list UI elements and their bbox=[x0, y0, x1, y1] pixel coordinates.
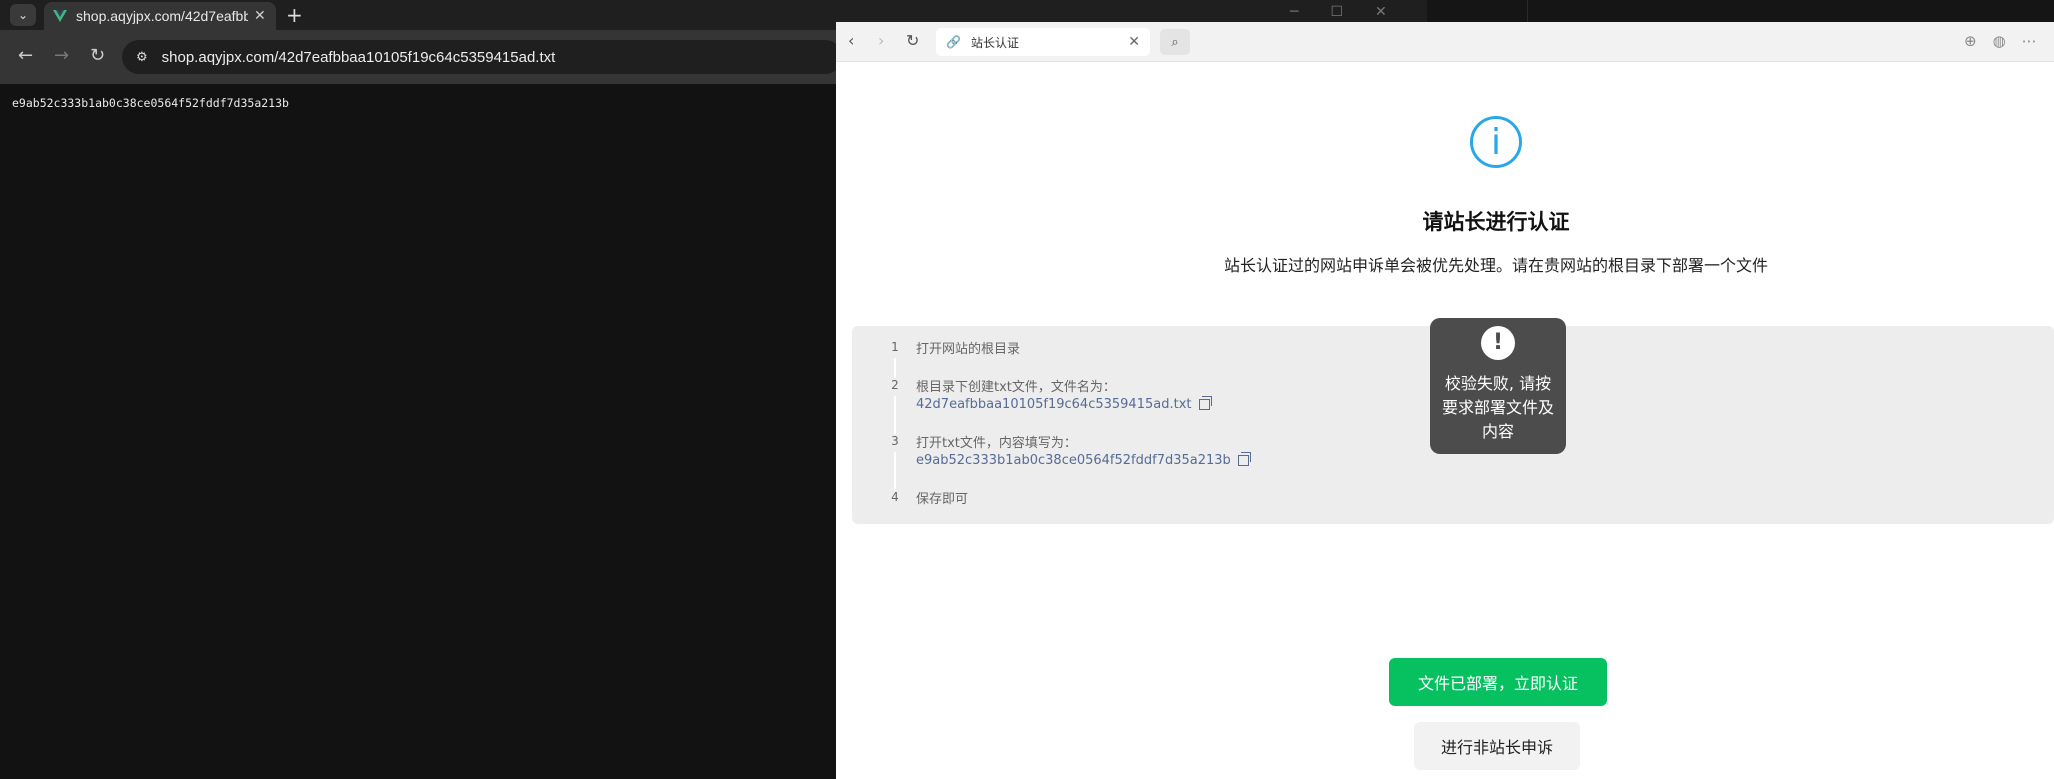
content-value[interactable]: e9ab52c333b1ab0c38ce0564f52fddf7d35a213b bbox=[916, 452, 1251, 468]
step-number: 2 bbox=[884, 378, 906, 396]
right-toolbar: ‹ › ↻ 🔗 站长认证 ✕ ⌕ ⊕ ◍ ⋯ bbox=[836, 22, 2054, 62]
step-text: 打开网站的根目录 bbox=[916, 342, 1021, 357]
verify-now-button[interactable]: 文件已部署，立即认证 bbox=[1389, 658, 1607, 706]
tab-search-icon[interactable]: ⌄ bbox=[10, 4, 36, 26]
refresh-icon[interactable]: ↻ bbox=[906, 32, 919, 50]
step-4: 4 保存即可 bbox=[884, 490, 968, 509]
link-icon: 🔗 bbox=[946, 35, 961, 49]
left-active-tab[interactable]: shop.aqyjpx.com/42d7eafbbaa10105f19c64c5… bbox=[44, 2, 276, 30]
right-browser-window: ‹ › ↻ 🔗 站长认证 ✕ ⌕ ⊕ ◍ ⋯ i 请站长进行认证 站长认证过的网… bbox=[836, 22, 2054, 779]
divider bbox=[1527, 0, 1528, 22]
filename-text: 42d7eafbbaa10105f19c64c5359415ad.txt bbox=[916, 397, 1192, 412]
right-toolbar-icons: ⊕ ◍ ⋯ bbox=[1964, 32, 2037, 50]
content-text: e9ab52c333b1ab0c38ce0564f52fddf7d35a213b bbox=[916, 453, 1231, 468]
step-text: 打开txt文件，内容填写为： bbox=[916, 436, 1077, 451]
step-text: 保存即可 bbox=[916, 492, 969, 507]
error-toast: ! 校验失败, 请按要求部署文件及内容 bbox=[1430, 318, 1566, 454]
more-options-icon[interactable]: ⋯ bbox=[2022, 32, 2037, 50]
site-settings-icon[interactable]: ⚙ bbox=[136, 50, 148, 65]
step-number: 1 bbox=[884, 340, 906, 358]
steps-timeline bbox=[894, 354, 896, 494]
maximize-icon[interactable]: ☐ bbox=[1330, 4, 1343, 20]
left-tab-title: shop.aqyjpx.com/42d7eafbbaa10105f19c64c5… bbox=[76, 8, 248, 24]
globe-icon[interactable]: ◍ bbox=[1993, 32, 2006, 50]
step-2: 2 根目录下创建txt文件，文件名为： 42d7eafbbaa10105f19c… bbox=[884, 378, 1212, 412]
reload-icon[interactable]: ↻ bbox=[90, 46, 105, 66]
page-subtitle: 站长认证过的网站申诉单会被优先处理。请在贵网站的根目录下部署一个文件 bbox=[1223, 256, 1768, 275]
download-icon[interactable]: ⊕ bbox=[1964, 32, 1977, 50]
search-icon[interactable]: ⌕ bbox=[1160, 29, 1190, 55]
right-active-tab[interactable]: 🔗 站长认证 ✕ bbox=[936, 28, 1150, 56]
copy-icon[interactable] bbox=[1198, 396, 1212, 410]
address-bar[interactable]: ⚙ shop.aqyjpx.com/42d7eafbbaa10105f19c64… bbox=[122, 40, 842, 74]
step-text: 根目录下创建txt文件，文件名为： bbox=[916, 380, 1116, 395]
step-1: 1 打开网站的根目录 bbox=[884, 340, 1020, 359]
window-controls: ─ ☐ ✕ bbox=[1290, 4, 1387, 20]
address-url: shop.aqyjpx.com/42d7eafbbaa10105f19c64c5… bbox=[161, 48, 556, 66]
new-tab-icon[interactable]: + bbox=[286, 4, 303, 26]
close-tab-icon[interactable]: ✕ bbox=[1128, 34, 1140, 50]
back-chevron-icon[interactable]: ‹ bbox=[848, 32, 854, 50]
copy-icon[interactable] bbox=[1237, 452, 1251, 466]
back-arrow-icon[interactable]: ← bbox=[18, 46, 33, 66]
step-number: 4 bbox=[884, 490, 906, 508]
window-close-icon[interactable]: ✕ bbox=[1375, 4, 1387, 20]
left-browser-window: ← → ↻ ⚙ shop.aqyjpx.com/42d7eafbbaa10105… bbox=[0, 30, 842, 779]
txt-file-content: e9ab52c333b1ab0c38ce0564f52fddf7d35a213b bbox=[12, 96, 289, 110]
filename-value[interactable]: 42d7eafbbaa10105f19c64c5359415ad.txt bbox=[916, 396, 1212, 412]
step-number: 3 bbox=[884, 434, 906, 452]
non-owner-appeal-button[interactable]: 进行非站长申诉 bbox=[1414, 722, 1580, 770]
toast-message: 校验失败, 请按要求部署文件及内容 bbox=[1441, 374, 1554, 441]
left-toolbar: ← → ↻ ⚙ shop.aqyjpx.com/42d7eafbbaa10105… bbox=[0, 30, 842, 84]
minimize-icon[interactable]: ─ bbox=[1290, 4, 1298, 20]
forward-arrow-icon[interactable]: → bbox=[54, 46, 69, 66]
step-3: 3 打开txt文件，内容填写为： e9ab52c333b1ab0c38ce056… bbox=[884, 434, 1251, 468]
right-tab-title: 站长认证 bbox=[970, 35, 1019, 50]
close-tab-icon[interactable]: ✕ bbox=[254, 8, 266, 24]
exclamation-icon: ! bbox=[1481, 326, 1515, 360]
page-title: 请站长进行认证 bbox=[1422, 210, 1570, 234]
info-icon: i bbox=[1470, 116, 1522, 168]
forward-chevron-icon[interactable]: › bbox=[878, 32, 884, 50]
vue-favicon-icon bbox=[53, 10, 67, 22]
